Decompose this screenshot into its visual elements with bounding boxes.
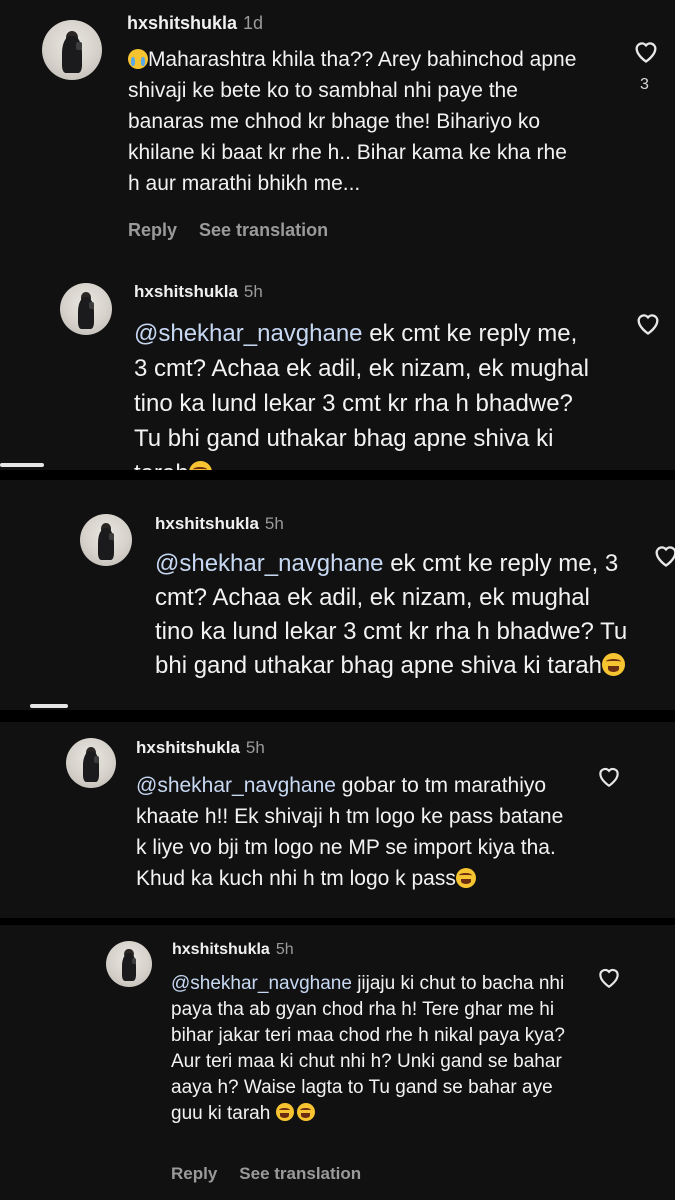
mention-link[interactable]: @shekhar_navghane <box>155 550 384 577</box>
avatar[interactable] <box>42 20 102 80</box>
laughing-face-icon <box>296 1103 315 1122</box>
laughing-face-icon <box>188 461 212 470</box>
username-text: hxshitshukla <box>127 13 238 33</box>
username-text: hxshitshukla <box>136 738 240 757</box>
like-count: 3 <box>640 76 649 93</box>
timestamp: 5h <box>275 941 294 958</box>
timestamp: 1d <box>243 13 264 33</box>
username[interactable]: hxshitshukla 5h <box>155 514 284 534</box>
mention-link[interactable]: @shekhar_navghane <box>171 973 352 994</box>
heart-icon[interactable] <box>596 965 622 989</box>
heart-icon[interactable] <box>596 764 622 788</box>
avatar[interactable] <box>80 514 132 566</box>
comment-actions: Reply See translation <box>171 1164 383 1184</box>
comment-text: @shekhar_navghane ek cmt ke reply me, 3 … <box>155 547 635 683</box>
heart-icon[interactable] <box>652 542 675 568</box>
comment-text: @shekhar_navghane ek cmt ke reply me, 3 … <box>134 316 594 470</box>
avatar[interactable] <box>60 283 112 335</box>
mention-link[interactable]: @shekhar_navghane <box>136 774 336 797</box>
scroll-edge-marker <box>0 463 44 467</box>
laughing-face-icon <box>275 1103 294 1122</box>
username-text: hxshitshukla <box>172 941 270 958</box>
crying-face-icon <box>128 48 148 69</box>
laughing-face-icon <box>455 867 476 888</box>
reply-button[interactable]: Reply <box>171 1164 217 1183</box>
comment-card: hxshitshukla 1d Maharashtra khila tha?? A… <box>0 0 675 470</box>
username[interactable]: hxshitshukla 5h <box>136 738 265 758</box>
timestamp: 5h <box>264 514 284 533</box>
comment-actions: Reply See translation <box>128 220 350 241</box>
avatar[interactable] <box>66 738 116 788</box>
scroll-edge-marker <box>30 704 68 708</box>
username[interactable]: hxshitshukla 5h <box>134 282 263 302</box>
comment-body: jijaju ki chut to bacha nhi paya tha ab … <box>171 973 565 1124</box>
username[interactable]: hxshitshukla 1d <box>127 13 263 34</box>
comment-text: @shekhar_navghane gobar to tm marathiyo … <box>136 770 566 894</box>
reply-button[interactable]: Reply <box>128 220 177 240</box>
mention-link[interactable]: @shekhar_navghane <box>134 320 363 347</box>
timestamp: 5h <box>243 282 263 301</box>
avatar[interactable] <box>106 941 152 987</box>
see-translation-link[interactable]: See translation <box>239 1164 361 1183</box>
comment-card: hxshitshukla 5h @shekhar_navghane ek cmt … <box>0 480 675 710</box>
laughing-face-icon <box>602 653 625 676</box>
comment-text: Maharashtra khila tha?? Arey bahinchod a… <box>128 44 578 199</box>
heart-icon[interactable] <box>634 310 662 336</box>
comment-card: hxshitshukla 5h @shekhar_navghane gobar t… <box>0 722 675 918</box>
timestamp: 5h <box>245 738 265 757</box>
see-translation-link[interactable]: See translation <box>199 220 328 240</box>
comment-card: hxshitshukla 5h @shekhar_navghane jijaju … <box>0 925 675 1200</box>
heart-icon[interactable] <box>632 38 660 64</box>
username-text: hxshitshukla <box>155 514 259 533</box>
comment-body: Maharashtra khila tha?? Arey bahinchod a… <box>128 48 577 195</box>
username[interactable]: hxshitshukla 5h <box>172 941 294 959</box>
username-text: hxshitshukla <box>134 282 238 301</box>
comment-text: @shekhar_navghane jijaju ki chut to bach… <box>171 971 571 1127</box>
